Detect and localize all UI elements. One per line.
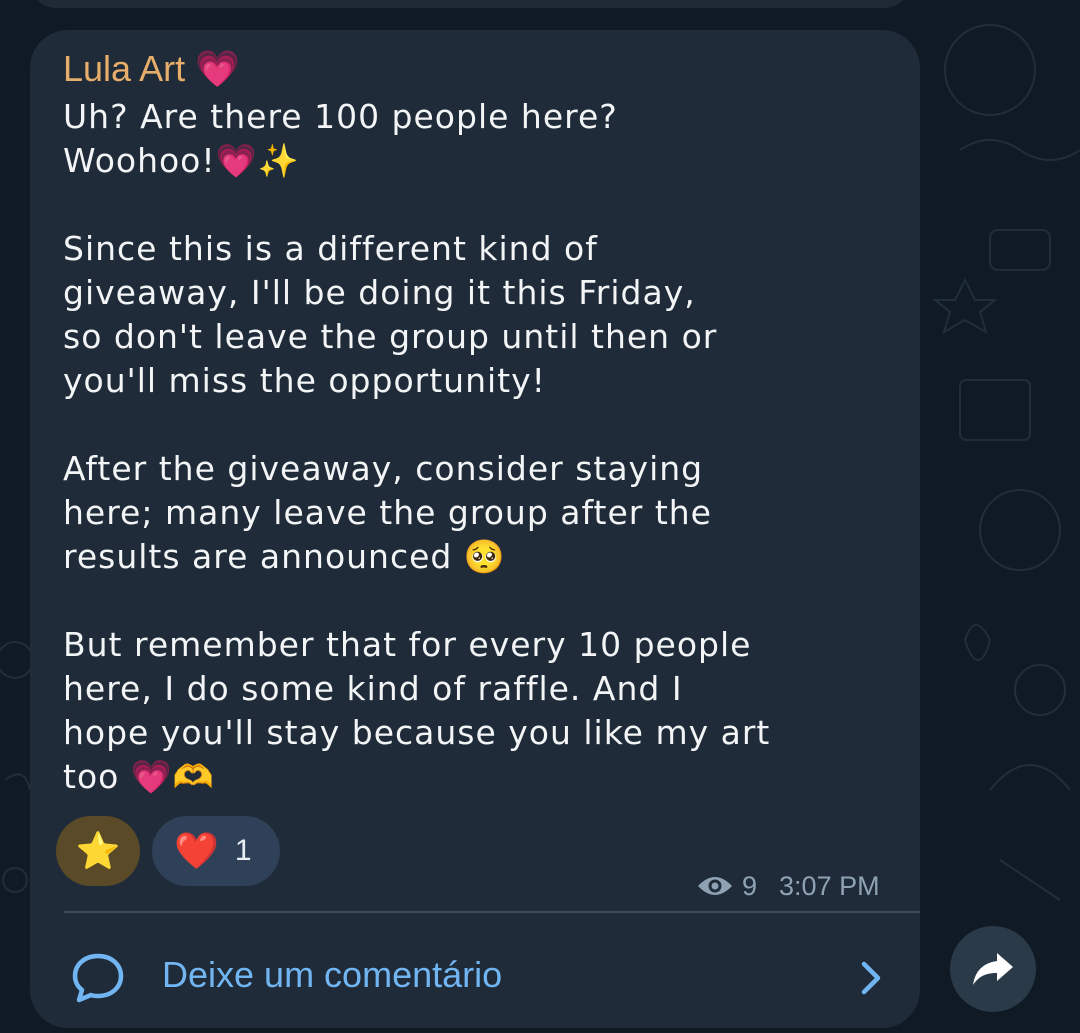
message-line: giveaway, I'll be doing it this Friday, bbox=[63, 273, 696, 312]
speech-bubble-icon bbox=[72, 953, 124, 1003]
message-line: Uh? Are there 100 people here? bbox=[63, 97, 618, 136]
message-line: here, I do some kind of raffle. And I bbox=[63, 669, 683, 708]
message-line: After the giveaway, consider staying bbox=[63, 449, 704, 488]
sender-name[interactable]: Lula Art 💗 bbox=[63, 48, 240, 90]
reaction-heart-button[interactable]: ❤️ 1 bbox=[152, 816, 280, 886]
message-paragraph: After the giveaway, consider staying here… bbox=[63, 447, 893, 579]
star-emoji: ⭐ bbox=[75, 831, 121, 872]
message-time: 3:07 PM bbox=[779, 870, 880, 901]
message-line: so don't leave the group until then or bbox=[63, 317, 718, 356]
share-arrow-icon bbox=[973, 953, 1013, 985]
red-heart-emoji: ❤️ bbox=[174, 831, 219, 872]
share-button[interactable] bbox=[950, 926, 1036, 1012]
leave-comment-label: Deixe um comentário bbox=[162, 954, 503, 995]
message-paragraph: But remember that for every 10 people her… bbox=[63, 623, 893, 799]
message-line: Since this is a different kind of bbox=[63, 229, 598, 268]
message-line: here; many leave the group after the bbox=[63, 493, 712, 532]
reaction-star-button[interactable]: ⭐ bbox=[56, 816, 140, 886]
eye-icon bbox=[698, 877, 732, 895]
message-line: hope you'll stay because you like my art bbox=[63, 713, 771, 752]
leave-comment-button[interactable]: Deixe um comentário bbox=[64, 940, 900, 1014]
message-line: Woohoo!💗✨ bbox=[63, 141, 300, 180]
message-line: too 💗🫶 bbox=[63, 757, 215, 796]
reaction-count: 1 bbox=[234, 834, 252, 867]
message-paragraph: Uh? Are there 100 people here? Woohoo!💗✨ bbox=[63, 95, 893, 183]
message-line: you'll miss the opportunity! bbox=[63, 361, 546, 400]
chevron-right-icon bbox=[861, 961, 881, 995]
message-text: Uh? Are there 100 people here? Woohoo!💗✨ S… bbox=[63, 95, 893, 843]
message-line: results are announced 🥺 bbox=[63, 537, 506, 576]
message-meta: 9 3:07 PM bbox=[696, 866, 880, 906]
views-count: 9 bbox=[742, 870, 758, 901]
message-line: But remember that for every 10 people bbox=[63, 625, 752, 664]
sender-name-label: Lula Art bbox=[63, 48, 186, 89]
message-paragraph: Since this is a different kind of giveawa… bbox=[63, 227, 893, 403]
previous-message-bubble bbox=[30, 0, 910, 8]
pink-heart-emoji: 💗 bbox=[195, 49, 240, 90]
divider bbox=[64, 911, 920, 913]
